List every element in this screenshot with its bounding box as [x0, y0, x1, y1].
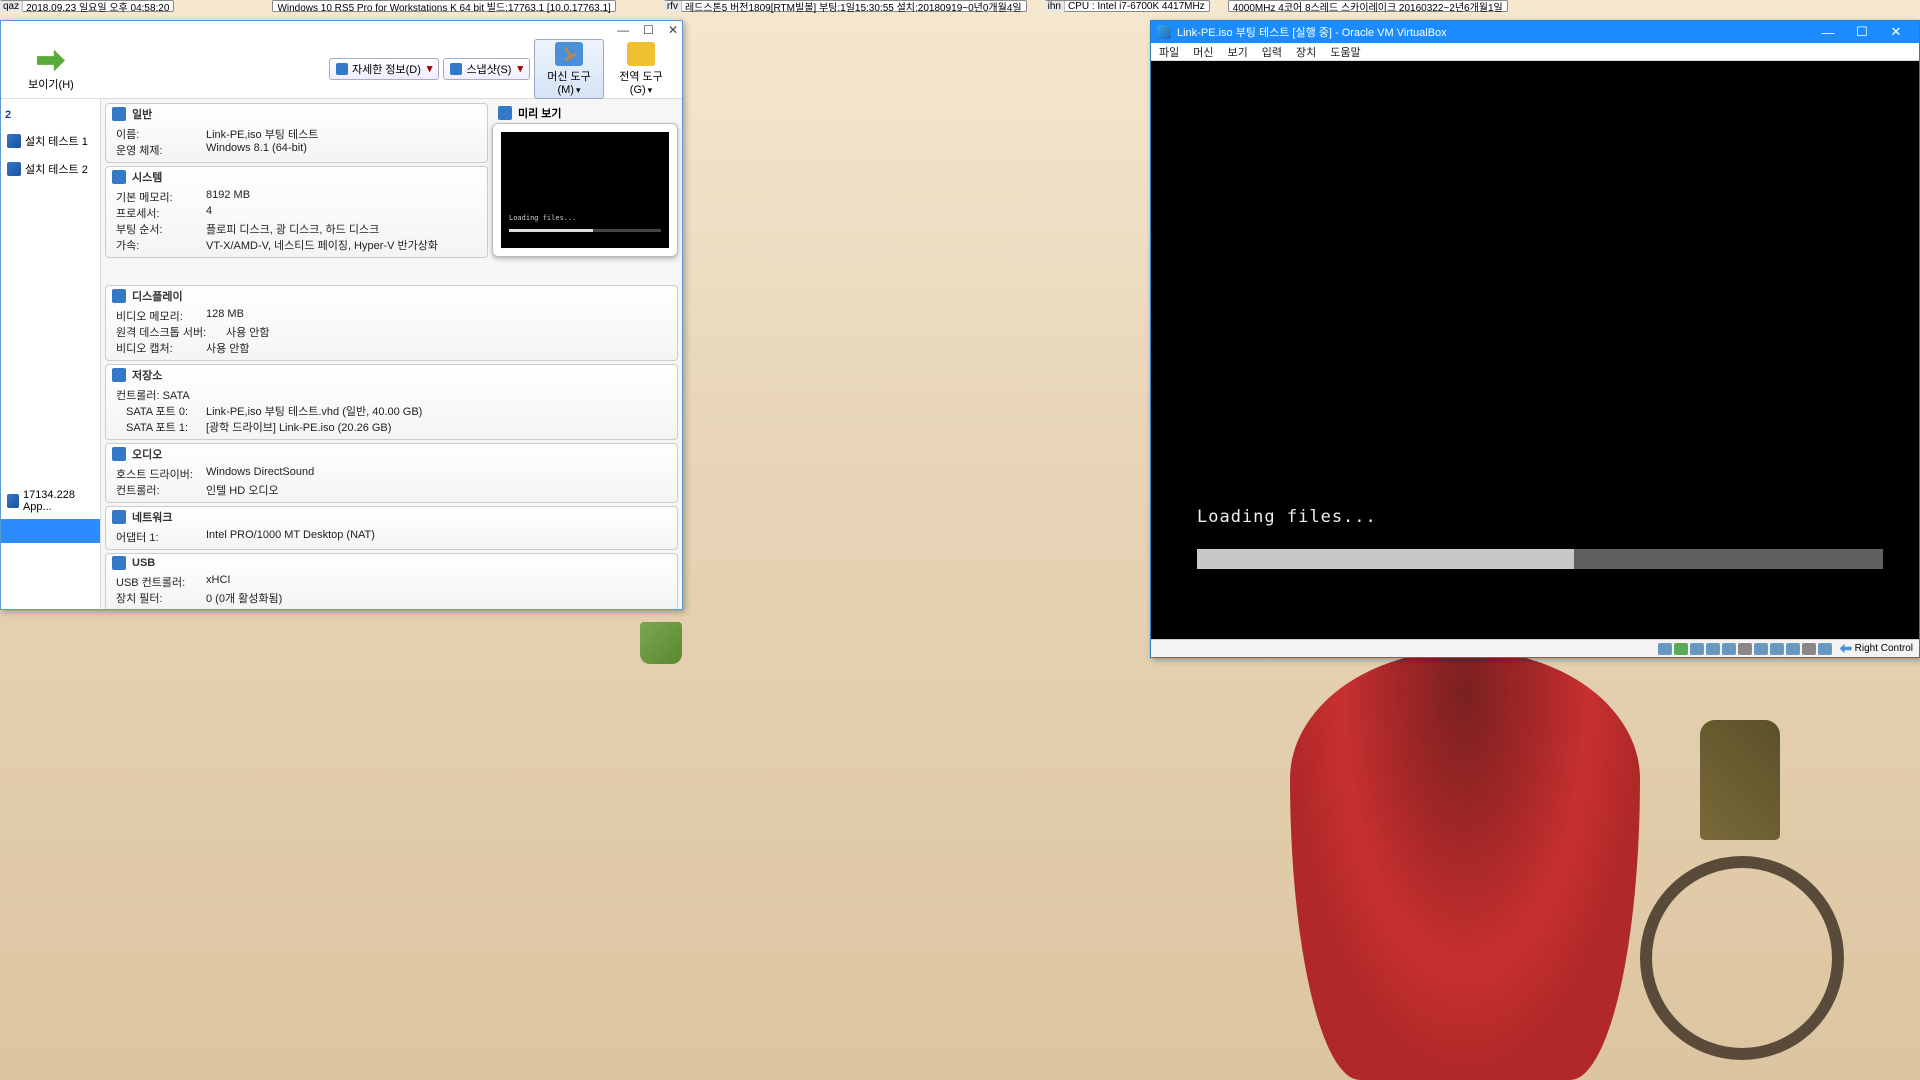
preview-progressbar [509, 229, 661, 232]
vm-list[interactable]: 2 설치 테스트 1 설치 테스트 2 17134.228 App... [1, 99, 101, 609]
vm-title: Link-PE.iso 부팅 테스트 [실행 중] - Oracle VM Vi… [1177, 24, 1447, 40]
vm-icon [7, 134, 21, 148]
vm-titlebar[interactable]: Link-PE.iso 부팅 테스트 [실행 중] - Oracle VM Vi… [1151, 21, 1919, 43]
display-icon [112, 289, 126, 303]
section-title: 오디오 [132, 446, 162, 462]
vm-menubar[interactable]: 파일 머신 보기 입력 장치 도움말 [1151, 43, 1919, 61]
desktop-info-strip: qaz2018.09.23 일요일 오후 04:58:20 Windows 10… [0, 0, 1920, 14]
vm-icon [7, 494, 19, 508]
menu-input[interactable]: 입력 [1262, 44, 1282, 60]
section-title: USB [132, 557, 155, 569]
maximize-button[interactable]: ☐ [643, 23, 654, 37]
vm-list-item[interactable]: 설치 테스트 2 [1, 155, 100, 183]
vbox-icon [1157, 25, 1171, 39]
hostkey-arrow-icon [1840, 643, 1852, 655]
boot-progressbar [1197, 549, 1883, 569]
vm-list-item[interactable]: 설치 테스트 1 [1, 127, 100, 155]
general-icon [112, 107, 126, 121]
storage-icon [112, 368, 126, 382]
menu-machine[interactable]: 머신 [1193, 44, 1213, 60]
recording-icon[interactable] [1770, 643, 1784, 655]
usb-status-icon[interactable] [1722, 643, 1736, 655]
mouse-status-icon[interactable] [1802, 643, 1816, 655]
vm-icon [7, 162, 21, 176]
machine-tools-button[interactable]: 머신 도구(M)▾ [534, 39, 604, 99]
vm-display[interactable]: Loading files... [1151, 61, 1919, 639]
loading-text: Loading files... [1197, 507, 1377, 527]
menu-file[interactable]: 파일 [1159, 44, 1179, 60]
virtualbox-manager-window: — ☐ ✕ 보이기(H) 자세한 정보(D)▾ 스냅샷(S)▾ 머신 도구(M)… [0, 20, 683, 610]
vm-list-item[interactable]: 17134.228 App... [1, 483, 100, 519]
snapshots-icon [450, 63, 462, 75]
snapshots-button[interactable]: 스냅샷(S)▾ [443, 58, 530, 80]
section-title: 일반 [132, 106, 152, 122]
audio-icon [112, 447, 126, 461]
details-icon [336, 63, 348, 75]
global-tools-button[interactable]: 전역 도구(G)▾ [606, 39, 676, 99]
keyboard-status-icon[interactable] [1818, 643, 1832, 655]
manager-titlebar[interactable]: — ☐ ✕ [1, 21, 682, 39]
minimize-button[interactable]: — [1811, 25, 1845, 40]
minimize-button[interactable]: — [617, 23, 629, 37]
menu-view[interactable]: 보기 [1228, 44, 1248, 60]
section-title: 시스템 [132, 169, 162, 185]
menu-help[interactable]: 도움말 [1330, 44, 1360, 60]
vm-preview: 미리 보기 Loading files... [492, 103, 678, 257]
vm-statusbar: Right Control [1151, 639, 1919, 657]
section-title: 저장소 [132, 367, 162, 383]
optical-icon[interactable] [1674, 643, 1688, 655]
globe-icon [627, 42, 655, 66]
usb-icon [112, 556, 126, 570]
vm-details-pane: 일반 이름:Link-PE,iso 부팅 테스트 운영 체제:Windows 8… [101, 99, 682, 609]
preview-icon [498, 106, 512, 120]
manager-toolbar: 보이기(H) 자세한 정보(D)▾ 스냅샷(S)▾ 머신 도구(M)▾ 전역 도… [1, 39, 682, 99]
details-button[interactable]: 자세한 정보(D)▾ [329, 58, 439, 80]
system-icon [112, 170, 126, 184]
hdd-icon[interactable] [1658, 643, 1672, 655]
audio-status-icon[interactable] [1690, 643, 1704, 655]
hammer-icon [555, 42, 583, 66]
vm-list-item[interactable]: 2 [1, 103, 100, 127]
network-icon [112, 510, 126, 524]
show-label[interactable]: 보이기(H) [28, 79, 74, 91]
recycle-bin-icon[interactable] [640, 622, 682, 664]
close-button[interactable]: ✕ [1879, 24, 1913, 40]
cpu-status-icon[interactable] [1786, 643, 1800, 655]
show-icon [37, 50, 65, 72]
vm-list-item-selected[interactable] [1, 519, 100, 543]
virtualbox-vm-window: Link-PE.iso 부팅 테스트 [실행 중] - Oracle VM Vi… [1150, 20, 1920, 658]
close-button[interactable]: ✕ [668, 23, 678, 37]
section-title: 네트워크 [132, 509, 172, 525]
display-status-icon[interactable] [1754, 643, 1768, 655]
network-status-icon[interactable] [1706, 643, 1720, 655]
section-title: 디스플레이 [132, 288, 183, 304]
menu-devices[interactable]: 장치 [1296, 44, 1316, 60]
maximize-button[interactable]: ☐ [1845, 24, 1879, 40]
host-key-indicator[interactable]: Right Control [1840, 643, 1913, 655]
shared-status-icon[interactable] [1738, 643, 1752, 655]
